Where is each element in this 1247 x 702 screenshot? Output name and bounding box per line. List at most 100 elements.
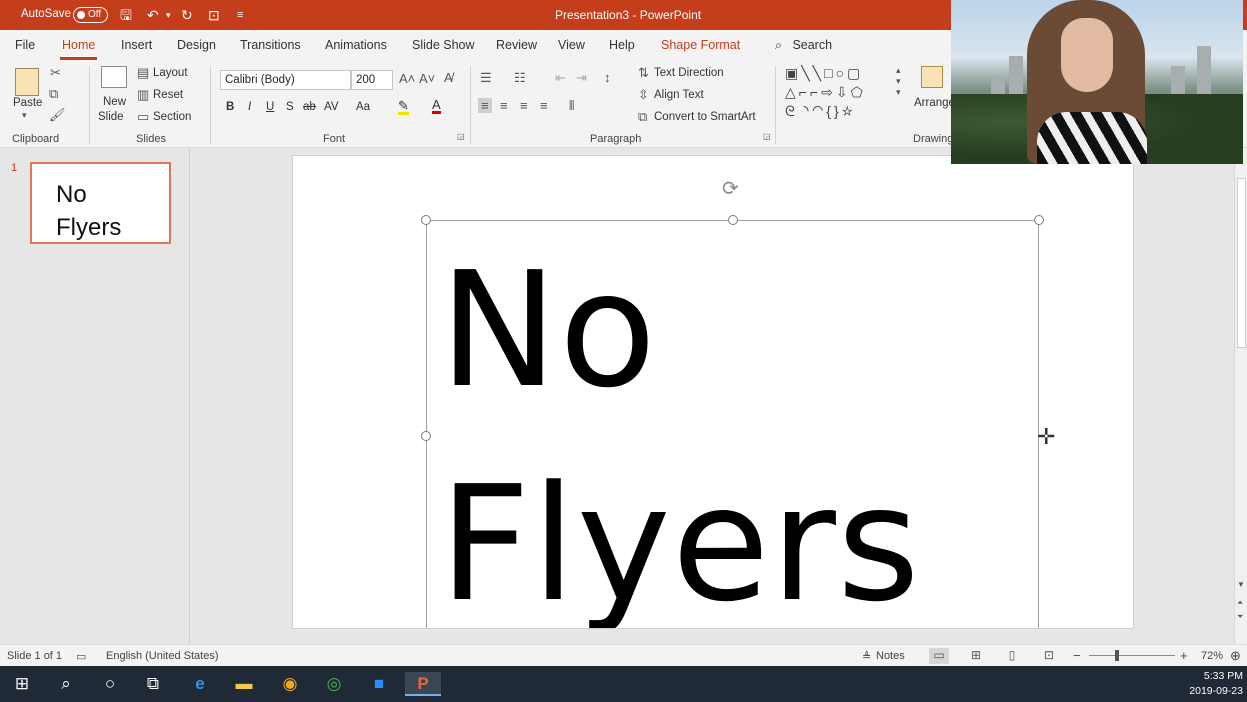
arrow-line-shape-icon[interactable]: ╲	[813, 65, 824, 81]
redo-icon[interactable]: ↻	[181, 6, 193, 24]
cut-icon[interactable]: ✂	[50, 65, 61, 81]
character-spacing-button[interactable]: AV	[324, 101, 339, 113]
resize-handle-top-left[interactable]	[421, 215, 431, 225]
italic-button[interactable]: I	[248, 101, 251, 113]
copy-icon[interactable]: ⧉	[49, 86, 58, 102]
font-dialog-launcher-icon[interactable]: ◲	[457, 132, 465, 141]
paste-icon[interactable]	[15, 68, 39, 96]
textbox-shape-icon[interactable]: ▣	[785, 65, 801, 81]
numbering-icon[interactable]: ☷	[514, 70, 526, 86]
shadow-button[interactable]: S	[286, 101, 294, 113]
zoom-level[interactable]: 72%	[1201, 650, 1223, 662]
cortana-icon[interactable]: ○	[92, 672, 128, 696]
arrange-icon[interactable]	[921, 66, 943, 88]
down-arrow-shape-icon[interactable]: ⇩	[836, 84, 851, 100]
align-center-icon[interactable]: ≡	[500, 98, 508, 113]
align-right-icon[interactable]: ≡	[520, 98, 528, 113]
scroll-down-icon[interactable]: ▼	[1237, 580, 1245, 589]
slide-text-line-2[interactable]: Flyers	[439, 465, 921, 625]
search-box[interactable]: ⌕ Search	[775, 38, 832, 53]
zoom-in-icon[interactable]: +	[1180, 648, 1188, 663]
curve-shape-icon[interactable]: ◠	[812, 103, 826, 119]
previous-slide-icon[interactable]: ⏶	[1237, 598, 1243, 608]
pentagon-shape-icon[interactable]: ⬠	[851, 84, 866, 100]
font-size-select[interactable]: 200	[351, 70, 393, 90]
slideshow-view-icon[interactable]: ⊡	[1039, 648, 1059, 664]
zoom-slider-thumb[interactable]	[1115, 650, 1119, 661]
bullets-icon[interactable]: ☰	[480, 70, 492, 86]
text-direction-button[interactable]: Text Direction	[654, 67, 724, 79]
paragraph-dialog-launcher-icon[interactable]: ◲	[763, 132, 771, 141]
strikethrough-button[interactable]: ab	[303, 101, 316, 113]
decrease-indent-icon[interactable]: ⇤	[555, 70, 566, 86]
start-icon[interactable]: ⊞	[4, 672, 40, 696]
tab-design[interactable]: Design	[177, 38, 216, 52]
tab-shape-format[interactable]: Shape Format	[661, 38, 740, 52]
resize-handle-top-right[interactable]	[1034, 215, 1044, 225]
tab-transitions[interactable]: Transitions	[240, 38, 301, 52]
align-text-button[interactable]: Align Text	[654, 89, 704, 101]
reset-button[interactable]: Reset	[153, 89, 183, 101]
justify-icon[interactable]: ≡	[540, 98, 548, 113]
chrome-icon[interactable]: ◎	[316, 672, 352, 696]
line-shape-icon[interactable]: ╲	[801, 65, 812, 81]
change-case-button[interactable]: Aa	[356, 101, 370, 113]
gallery-scroll-icon[interactable]: ▴ ▾ ▾	[896, 65, 901, 98]
taskbar-search-icon[interactable]: ⌕	[48, 672, 84, 696]
tab-home[interactable]: Home	[59, 38, 98, 60]
save-icon[interactable]: 🖫	[120, 6, 132, 24]
normal-view-icon[interactable]: ▭	[929, 648, 949, 664]
resize-handle-middle-left[interactable]	[421, 431, 431, 441]
autosave-toggle[interactable]: Off	[73, 7, 108, 23]
font-color-icon[interactable]: A	[432, 98, 441, 114]
edge-icon[interactable]: e	[182, 672, 218, 696]
vertical-scrollbar[interactable]: ▼ ⏶ ⏷	[1234, 148, 1247, 644]
next-slide-icon[interactable]: ⏷	[1237, 612, 1243, 622]
underline-button[interactable]: U	[266, 101, 274, 113]
tab-insert[interactable]: Insert	[121, 38, 152, 52]
elbow-shape-icon[interactable]: ⌐	[810, 84, 821, 100]
rotate-handle-icon[interactable]: ⟳	[722, 176, 739, 201]
new-slide-label-2[interactable]: Slide	[98, 111, 124, 123]
shapes-gallery[interactable]: ▣╲╲□○▢ △⌐⌐⇨⇩⬠ ᘓ◝◠{}☆	[785, 64, 893, 122]
notes-button[interactable]: Notes	[876, 650, 905, 662]
tab-file[interactable]: File	[15, 38, 35, 52]
zoom-slider[interactable]	[1089, 655, 1175, 656]
highlight-color-icon[interactable]: ✎	[398, 99, 409, 115]
increase-indent-icon[interactable]: ⇥	[576, 70, 587, 86]
tab-animations[interactable]: Animations	[325, 38, 387, 52]
columns-icon[interactable]: ⫴	[569, 98, 574, 114]
slide-canvas[interactable]: ⟳ No Flyers ✛	[292, 155, 1134, 629]
reading-view-icon[interactable]: ▯	[1002, 648, 1022, 664]
new-slide-label-1[interactable]: New	[103, 96, 126, 108]
fit-slide-icon[interactable]: ⊕	[1230, 648, 1241, 664]
clear-formatting-icon[interactable]: A̸	[444, 70, 453, 85]
task-view-icon[interactable]: ⧉	[135, 672, 171, 696]
present-icon[interactable]: ⊡	[208, 6, 220, 24]
slide-text-line-1[interactable]: No	[439, 251, 657, 411]
customize-qat-icon[interactable]: ≡	[237, 6, 243, 24]
layout-button[interactable]: Layout	[153, 67, 188, 79]
slide-thumbnail[interactable]: No Flyers	[30, 162, 171, 244]
undo-dropdown-icon[interactable]: ▾	[166, 6, 171, 24]
arc-shape-icon[interactable]: ◝	[798, 103, 812, 119]
powerpoint-taskbar-icon[interactable]: P	[405, 672, 441, 696]
rectangle-shape-icon[interactable]: □	[824, 65, 835, 81]
tab-slide-show[interactable]: Slide Show	[412, 38, 475, 52]
line-spacing-icon[interactable]: ↕	[604, 70, 611, 85]
text-placeholder[interactable]: No Flyers	[426, 220, 1039, 628]
increase-font-icon[interactable]: A˄	[399, 71, 415, 86]
browser-icon[interactable]: ◉	[272, 672, 308, 696]
tab-view[interactable]: View	[558, 38, 585, 52]
decrease-font-icon[interactable]: A˅	[419, 71, 435, 86]
new-slide-icon[interactable]	[101, 66, 127, 88]
connector-shape-icon[interactable]: ⌐	[799, 84, 810, 100]
file-explorer-icon[interactable]: ▬	[226, 672, 262, 696]
align-left-icon[interactable]: ≡	[478, 98, 492, 113]
section-button[interactable]: Section	[153, 111, 191, 123]
scrollbar-thumb[interactable]	[1237, 178, 1246, 348]
bold-button[interactable]: B	[226, 101, 234, 113]
undo-icon[interactable]: ↶	[147, 6, 159, 24]
paste-button[interactable]: Paste	[13, 97, 42, 109]
system-clock[interactable]: 5:33 PM 2019-09-23	[1189, 669, 1243, 699]
